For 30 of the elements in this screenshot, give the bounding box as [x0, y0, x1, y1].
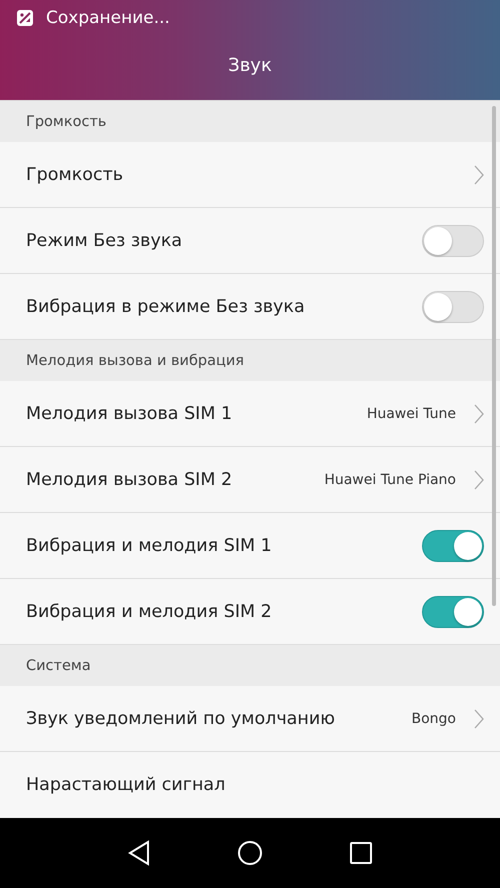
- row-label: Громкость: [26, 164, 124, 184]
- screen-title: Звук: [228, 55, 272, 76]
- back-icon[interactable]: [127, 840, 151, 866]
- row-label: Мелодия вызова SIM 1: [26, 404, 234, 424]
- notification-text: Сохранение...: [46, 8, 170, 28]
- section-header: Мелодия вызова и вибрация: [0, 339, 500, 381]
- row-label: Вибрация и мелодия SIM 2: [26, 602, 273, 622]
- row-label: Вибрация в режиме Без звука: [26, 296, 306, 316]
- chevron-icon: [474, 164, 484, 184]
- toggle-switch[interactable]: [422, 530, 484, 562]
- toggle-switch[interactable]: [422, 290, 484, 322]
- section-header: Громкость: [0, 100, 500, 142]
- chevron-icon: [474, 708, 484, 728]
- scrollbar[interactable]: [492, 106, 496, 606]
- row-label: Режим Без звука: [26, 230, 184, 250]
- row-value: Bongo: [412, 710, 456, 726]
- toggle-switch[interactable]: [422, 224, 484, 256]
- row-label: Мелодия вызова SIM 2: [26, 470, 234, 490]
- row-value: Huawei Tune: [366, 406, 456, 422]
- chevron-icon: [474, 404, 484, 424]
- image-icon: [16, 8, 34, 26]
- row-label: Вибрация и мелодия SIM 1: [26, 536, 273, 556]
- recents-icon[interactable]: [349, 841, 373, 865]
- row-value: Huawei Tune Piano: [324, 472, 456, 488]
- row-label: Нарастающий сигнал: [26, 774, 226, 794]
- home-icon[interactable]: [237, 840, 263, 866]
- toggle-switch[interactable]: [422, 596, 484, 628]
- section-header: Система: [0, 644, 500, 686]
- chevron-icon: [474, 470, 484, 490]
- row-label: Звук уведомлений по умолчанию: [26, 708, 336, 728]
